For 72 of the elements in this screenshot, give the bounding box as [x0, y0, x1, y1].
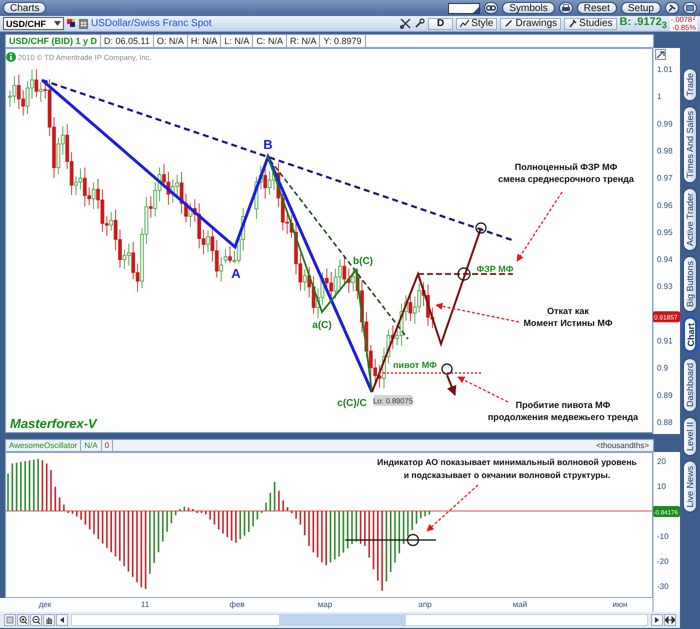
info-cell: L: N/A [221, 35, 254, 47]
axis-tick-label: 1.01 [657, 65, 673, 74]
side-tab[interactable]: Big Buttons [683, 256, 697, 312]
axis-tick-label: апр [418, 600, 432, 609]
axis-tick-label: 0.89 [657, 390, 673, 400]
side-tab[interactable]: Level II [683, 417, 697, 456]
axis-tick-label: 1 [657, 92, 662, 102]
side-tab[interactable]: Dashboard [683, 358, 697, 412]
toolbar-button[interactable]: Style [456, 18, 498, 30]
annotation-text: Пробитие пивота МФ [516, 400, 610, 410]
units-label: <thousandths> [596, 440, 650, 451]
info-cell: USD/CHF (BID) 1 y D [6, 35, 102, 47]
axis-tick-label: 0.95 [657, 228, 673, 237]
side-tab[interactable]: Chart [683, 317, 697, 353]
axis-tick-label: 0.97 [657, 174, 673, 183]
axis-tick-label: дек [38, 600, 52, 609]
axis-tick-label: -20 [657, 557, 669, 566]
period-button[interactable]: D [428, 18, 454, 30]
info-cell: R: N/A [286, 35, 320, 47]
axis-tick-label: -30 [657, 582, 669, 591]
axis-tick-label: 0.99 [657, 119, 673, 128]
symbol-description-link[interactable]: USDollar/Swiss Franc Spot [91, 18, 212, 29]
axis-tick-label: 0.96 [657, 200, 673, 210]
side-tab[interactable]: Trade [683, 68, 697, 102]
toolbar-button[interactable]: Studies [564, 18, 617, 30]
axis-tick-label: май [512, 600, 528, 609]
bid-price: B: .9172$_{3}$ [620, 16, 667, 31]
toolbar-button[interactable]: Reset [576, 2, 617, 14]
axis-tick-label: 10 [657, 482, 666, 491]
axis-tick-label: июн [612, 600, 628, 609]
annotation-text: Индикатор АО показывает минимальный волновой уровень [377, 457, 637, 467]
annotation-text: и подсказывает о окчании волновой структуры. [404, 470, 610, 480]
info-cell: H: N/A [188, 35, 222, 47]
side-tab[interactable]: Live News [683, 461, 697, 513]
toolbar-button[interactable]: Drawings [500, 18, 562, 30]
info-cell: Y: 0.8979 [320, 35, 366, 47]
wave-label: b(C) [353, 256, 373, 267]
info-cell: O: N/A [154, 35, 188, 47]
axis-tick-label: 20 [657, 457, 666, 466]
wave-label: c(C)/C [337, 398, 367, 409]
charts-button[interactable]: Charts [3, 2, 46, 14]
axis-tick-label: 0.88 [657, 418, 673, 427]
annotation-text: Момент Истины МФ [523, 318, 613, 328]
annotation-text: продолжения медвежьего тренда [488, 412, 638, 422]
axis-tick-label: фев [229, 600, 245, 609]
axis-tick-label: мар [318, 600, 332, 609]
axis-tick-label: 0.93 [657, 282, 673, 292]
side-tab[interactable]: Times And Sales [683, 106, 697, 184]
axis-tick-label: -10 [657, 532, 669, 541]
axis-tick-label: 11 [140, 600, 150, 609]
wave-label: B [263, 137, 273, 152]
info-cell: D: 06.05.11 [101, 35, 154, 47]
level-label: ФЗР МФ [476, 264, 514, 274]
indicator-value: N/A [81, 440, 102, 451]
level-label: пивот МФ [393, 360, 437, 370]
annotation-text: Полноценный ФЗР МФ [514, 162, 618, 172]
annotation-text: Откат как [547, 306, 589, 316]
indicator-name: AwesomeOscillator [6, 440, 82, 451]
toolbar-button[interactable]: Setup [620, 2, 661, 14]
wave-label: A [231, 266, 241, 281]
annotation-text: смена среднесрочного тренда [498, 174, 634, 184]
brand-text: Masterforex-V [10, 416, 97, 431]
wave-label: a(C) [312, 320, 332, 331]
info-cell: C: N/A [253, 35, 287, 47]
symbol-dropdown[interactable]: USD/CHF [3, 17, 64, 30]
axis-tick-label: 0.98 [657, 146, 673, 156]
axis-tick-label: 0.9 [657, 364, 668, 373]
axis-tick-label: 0.94 [657, 255, 673, 264]
axis-tick-label: 0.91 [657, 336, 673, 346]
toolbar-button[interactable]: Symbols [502, 2, 555, 14]
side-tab[interactable]: Active Trader [683, 188, 697, 252]
indicator-value: 0 [102, 440, 114, 451]
